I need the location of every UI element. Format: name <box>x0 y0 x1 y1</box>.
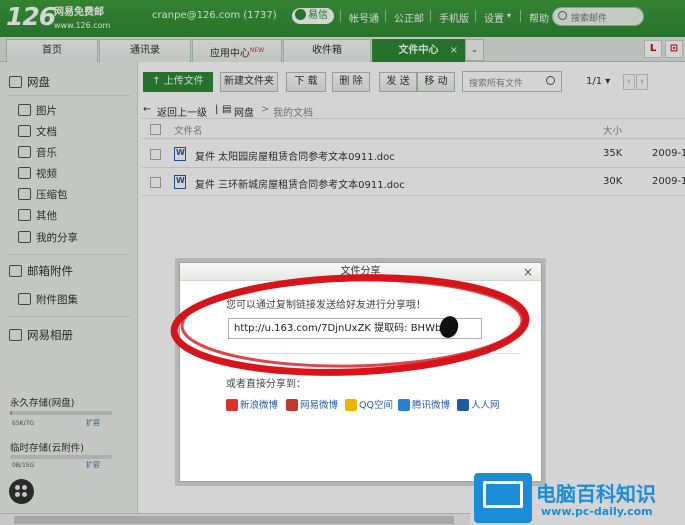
qzone-icon <box>345 399 357 411</box>
watermark-url: www.pc-daily.com <box>541 505 653 518</box>
divider <box>226 353 521 354</box>
monitor-icon <box>483 481 523 508</box>
share-qzone[interactable]: QQ空间 <box>345 397 393 411</box>
tencent-weibo-icon <box>398 399 410 411</box>
share-netease-weibo[interactable]: 网易微博 <box>286 397 338 411</box>
sina-weibo-icon <box>226 399 238 411</box>
watermark-logo-icon <box>474 473 532 523</box>
share-tencent-weibo[interactable]: 腾讯微博 <box>398 397 450 411</box>
share-label: 新浪微博 <box>240 400 279 411</box>
dialog-title: 文件分享 <box>180 263 541 281</box>
direct-share-label: 或者直接分享到： <box>226 379 306 390</box>
share-label: 网易微博 <box>300 400 339 411</box>
share-label: 腾讯微博 <box>412 400 451 411</box>
renren-icon <box>457 399 469 411</box>
share-sina-weibo[interactable]: 新浪微博 <box>226 397 278 411</box>
share-renren[interactable]: 人人网 <box>457 397 500 411</box>
share-label: QQ空间 <box>359 400 393 411</box>
share-dialog: 文件分享 × 您可以通过复制链接发送给好友进行分享哦！ http://u.163… <box>179 262 542 482</box>
watermark-title: 电脑百科知识 <box>536 482 656 506</box>
share-info-text: 您可以通过复制链接发送给好友进行分享哦！ <box>226 300 426 311</box>
close-icon[interactable]: × <box>523 263 533 281</box>
netease-weibo-icon <box>286 399 298 411</box>
share-label: 人人网 <box>471 400 500 411</box>
